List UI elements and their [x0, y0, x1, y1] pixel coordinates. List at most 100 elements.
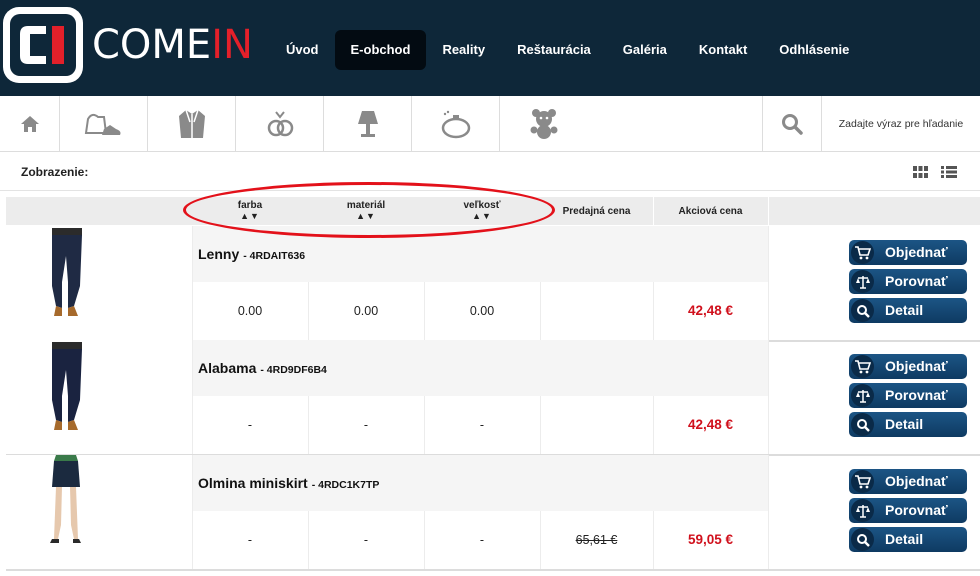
cell-material: -	[363, 418, 369, 432]
product-code: - 4RD9DF6B4	[260, 364, 327, 376]
column-velkost: veľkosť ▲▼	[424, 197, 540, 225]
product-name-bar: Lenny - 4RDAIT636	[192, 226, 768, 282]
search-button[interactable]	[762, 96, 822, 152]
cell-predajna-cena	[540, 396, 653, 454]
nav-item-galeria[interactable]: Galéria	[607, 30, 683, 70]
scales-icon	[851, 384, 874, 407]
column-divider	[768, 455, 769, 569]
sort-arrows-velkost[interactable]: ▲▼	[424, 211, 540, 222]
magnifier-icon	[851, 413, 874, 436]
cell-predajna-cena	[540, 282, 653, 340]
product-code: - 4RDAIT636	[243, 250, 306, 262]
sort-arrows-material[interactable]: ▲▼	[308, 211, 424, 222]
header-divider	[653, 197, 654, 225]
category-toys[interactable]	[500, 96, 588, 152]
nav-item-e-obchod[interactable]: E-obchod	[334, 30, 427, 70]
magnifier-icon	[851, 528, 874, 551]
cell-farba: -	[247, 533, 253, 547]
cell-akciova-cena: 59,05 €	[687, 532, 734, 547]
cell-material: 0.00	[353, 304, 379, 318]
search-input[interactable]: Zadajte výraz pre hľadanie	[822, 96, 980, 152]
category-bar: Zadajte výraz pre hľadanie	[0, 96, 980, 152]
compare-button[interactable]: Porovnať	[849, 498, 967, 523]
cell-predajna-cena: 65,61 €	[575, 533, 618, 547]
list-view-icon[interactable]	[941, 166, 957, 178]
logo[interactable]: COMEIN	[0, 4, 253, 86]
table-row: Lenny - 4RDAIT636 0.00 0.00 0.00 42,48 € …	[6, 226, 980, 342]
scales-icon	[851, 270, 874, 293]
cell-velkost: -	[479, 533, 485, 547]
nav-item-kontakt[interactable]: Kontakt	[683, 30, 763, 70]
product-code: - 4RDC1K7TP	[311, 479, 380, 491]
jeans-product-photo[interactable]	[6, 226, 192, 340]
home-icon	[20, 116, 39, 132]
product-name[interactable]: Lenny	[198, 246, 239, 262]
nav-item-odhlasenie[interactable]: Odhlásenie	[763, 30, 865, 70]
cell-farba: -	[247, 418, 253, 432]
product-name-bar: Alabama - 4RD9DF6B4	[192, 340, 768, 396]
cell-velkost: 0.00	[469, 304, 495, 318]
product-name[interactable]: Olmina miniskirt	[198, 475, 308, 491]
perfume-icon	[441, 110, 470, 139]
category-jewelry[interactable]	[236, 96, 324, 152]
view-label: Zobrazenie:	[21, 165, 89, 179]
scales-icon	[851, 499, 874, 522]
cart-icon	[851, 241, 874, 264]
cell-farba: 0.00	[237, 304, 263, 318]
order-button[interactable]: Objednať	[849, 469, 967, 494]
category-lighting[interactable]	[324, 96, 412, 152]
cell-akciova-cena: 42,48 €	[687, 303, 734, 318]
column-divider	[768, 340, 769, 454]
teddy-bear-icon	[530, 109, 558, 139]
cell-material: -	[363, 533, 369, 547]
category-clothing[interactable]	[148, 96, 236, 152]
category-home[interactable]	[0, 96, 60, 152]
row-actions: Objednať Porovnať Detail	[849, 240, 969, 327]
table-row: Alabama - 4RD9DF6B4 - - - 42,48 € Objedna…	[6, 340, 980, 456]
header-divider	[768, 197, 769, 225]
column-divider	[768, 226, 769, 340]
shoes-bag-icon	[84, 113, 120, 135]
logo-wordmark: COMEIN	[92, 22, 253, 68]
category-cosmetics[interactable]	[412, 96, 500, 152]
row-actions: Objednať Porovnať Detail	[849, 354, 969, 441]
row-separator	[6, 569, 980, 571]
jeans-product-photo[interactable]	[6, 340, 192, 454]
logo-mark-icon	[3, 7, 83, 83]
site-header: COMEIN Úvod E-obchod Reality Reštaurácia…	[0, 0, 980, 96]
cell-akciova-cena: 42,48 €	[687, 417, 734, 432]
column-material: materiál ▲▼	[308, 197, 424, 225]
nav-item-uvod[interactable]: Úvod	[270, 30, 335, 70]
nav-item-reality[interactable]: Reality	[426, 30, 501, 70]
sort-arrows-farba[interactable]: ▲▼	[192, 211, 308, 222]
cart-icon	[851, 470, 874, 493]
product-name-bar: Olmina miniskirt - 4RDC1K7TP	[192, 455, 768, 511]
row-actions: Objednať Porovnať Detail	[849, 469, 969, 556]
jewelry-icon	[267, 111, 293, 137]
detail-button[interactable]: Detail	[849, 412, 967, 437]
detail-button[interactable]: Detail	[849, 298, 967, 323]
skirt-product-photo[interactable]	[6, 455, 192, 569]
order-button[interactable]: Objednať	[849, 354, 967, 379]
grid-view-icon[interactable]	[913, 166, 928, 178]
main-nav: Úvod E-obchod Reality Reštaurácia Galéri…	[270, 30, 865, 70]
compare-button[interactable]: Porovnať	[849, 383, 967, 408]
nav-item-restauracia[interactable]: Reštaurácia	[501, 30, 607, 70]
table-header: farba ▲▼ materiál ▲▼ veľkosť ▲▼ Predajná…	[6, 197, 980, 225]
cell-velkost: -	[479, 418, 485, 432]
table-row: Olmina miniskirt - 4RDC1K7TP - - - 65,61 …	[6, 455, 980, 571]
view-toolbar: Zobrazenie:	[0, 153, 980, 191]
magnifier-icon	[851, 299, 874, 322]
category-shoes-bags[interactable]	[60, 96, 148, 152]
column-farba: farba ▲▼	[192, 197, 308, 225]
product-name[interactable]: Alabama	[198, 360, 256, 376]
search-icon	[782, 114, 803, 135]
column-akciova-cena: Akciová cena	[678, 206, 743, 217]
cart-icon	[851, 355, 874, 378]
detail-button[interactable]: Detail	[849, 527, 967, 552]
lamp-icon	[357, 111, 378, 137]
order-button[interactable]: Objednať	[849, 240, 967, 265]
column-predajna-cena: Predajná cena	[562, 206, 631, 217]
compare-button[interactable]: Porovnať	[849, 269, 967, 294]
jacket-icon	[178, 109, 205, 138]
